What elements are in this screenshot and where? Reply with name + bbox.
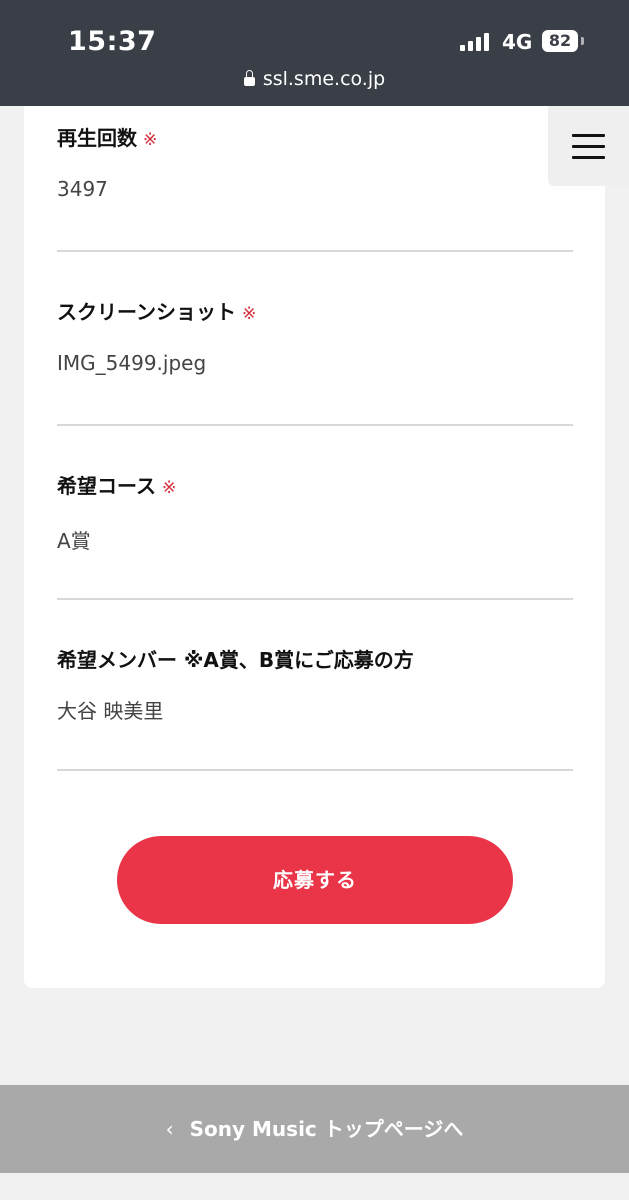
status-time: 15:37 — [68, 26, 157, 57]
field-divider — [57, 250, 573, 252]
field-play-count: 再生回数 ※ 3497 — [57, 122, 573, 201]
required-mark: ※ — [242, 304, 257, 324]
field-label: 希望コース — [57, 474, 156, 498]
field-label: 希望メンバー ※A賞、B賞にご応募の方 — [57, 648, 414, 672]
hamburger-icon[interactable] — [548, 106, 629, 186]
field-label: スクリーンショット — [57, 300, 236, 324]
required-mark: ※ — [162, 478, 177, 498]
field-divider — [57, 424, 573, 426]
network-type: 4G — [502, 30, 533, 54]
sony-music-top-link[interactable]: ‹ Sony Music トップページへ — [0, 1085, 629, 1173]
field-course: 希望コース ※ A賞 — [57, 470, 573, 554]
field-value: A賞 — [57, 529, 91, 553]
battery-icon: 82 — [542, 30, 578, 52]
cellular-signal-icon — [460, 33, 492, 51]
submit-button[interactable]: 応募する — [117, 836, 513, 924]
field-value: 大谷 映美里 — [57, 699, 164, 723]
field-label: 再生回数 — [57, 126, 137, 150]
address-bar[interactable]: ssl.sme.co.jp — [0, 68, 629, 90]
status-bar: 15:37 4G 82 ssl.sme.co.jp — [0, 0, 629, 106]
chevron-left-icon: ‹ — [165, 1117, 174, 1141]
form-card: 再生回数 ※ 3497 スクリーンショット ※ IMG_5499.jpeg 希望コー… — [24, 106, 605, 988]
field-divider — [57, 769, 573, 771]
footer-link-label: Sony Music トップページへ — [189, 1117, 464, 1141]
field-divider — [57, 598, 573, 600]
lock-icon — [243, 70, 255, 86]
field-screenshot: スクリーンショット ※ IMG_5499.jpeg — [57, 296, 573, 375]
field-member: 希望メンバー ※A賞、B賞にご応募の方 大谷 映美里 — [57, 644, 573, 724]
url-text: ssl.sme.co.jp — [262, 68, 386, 90]
required-mark: ※ — [143, 130, 158, 150]
field-value: 3497 — [57, 177, 108, 201]
field-value: IMG_5499.jpeg — [57, 351, 207, 375]
battery-tip — [581, 37, 584, 45]
